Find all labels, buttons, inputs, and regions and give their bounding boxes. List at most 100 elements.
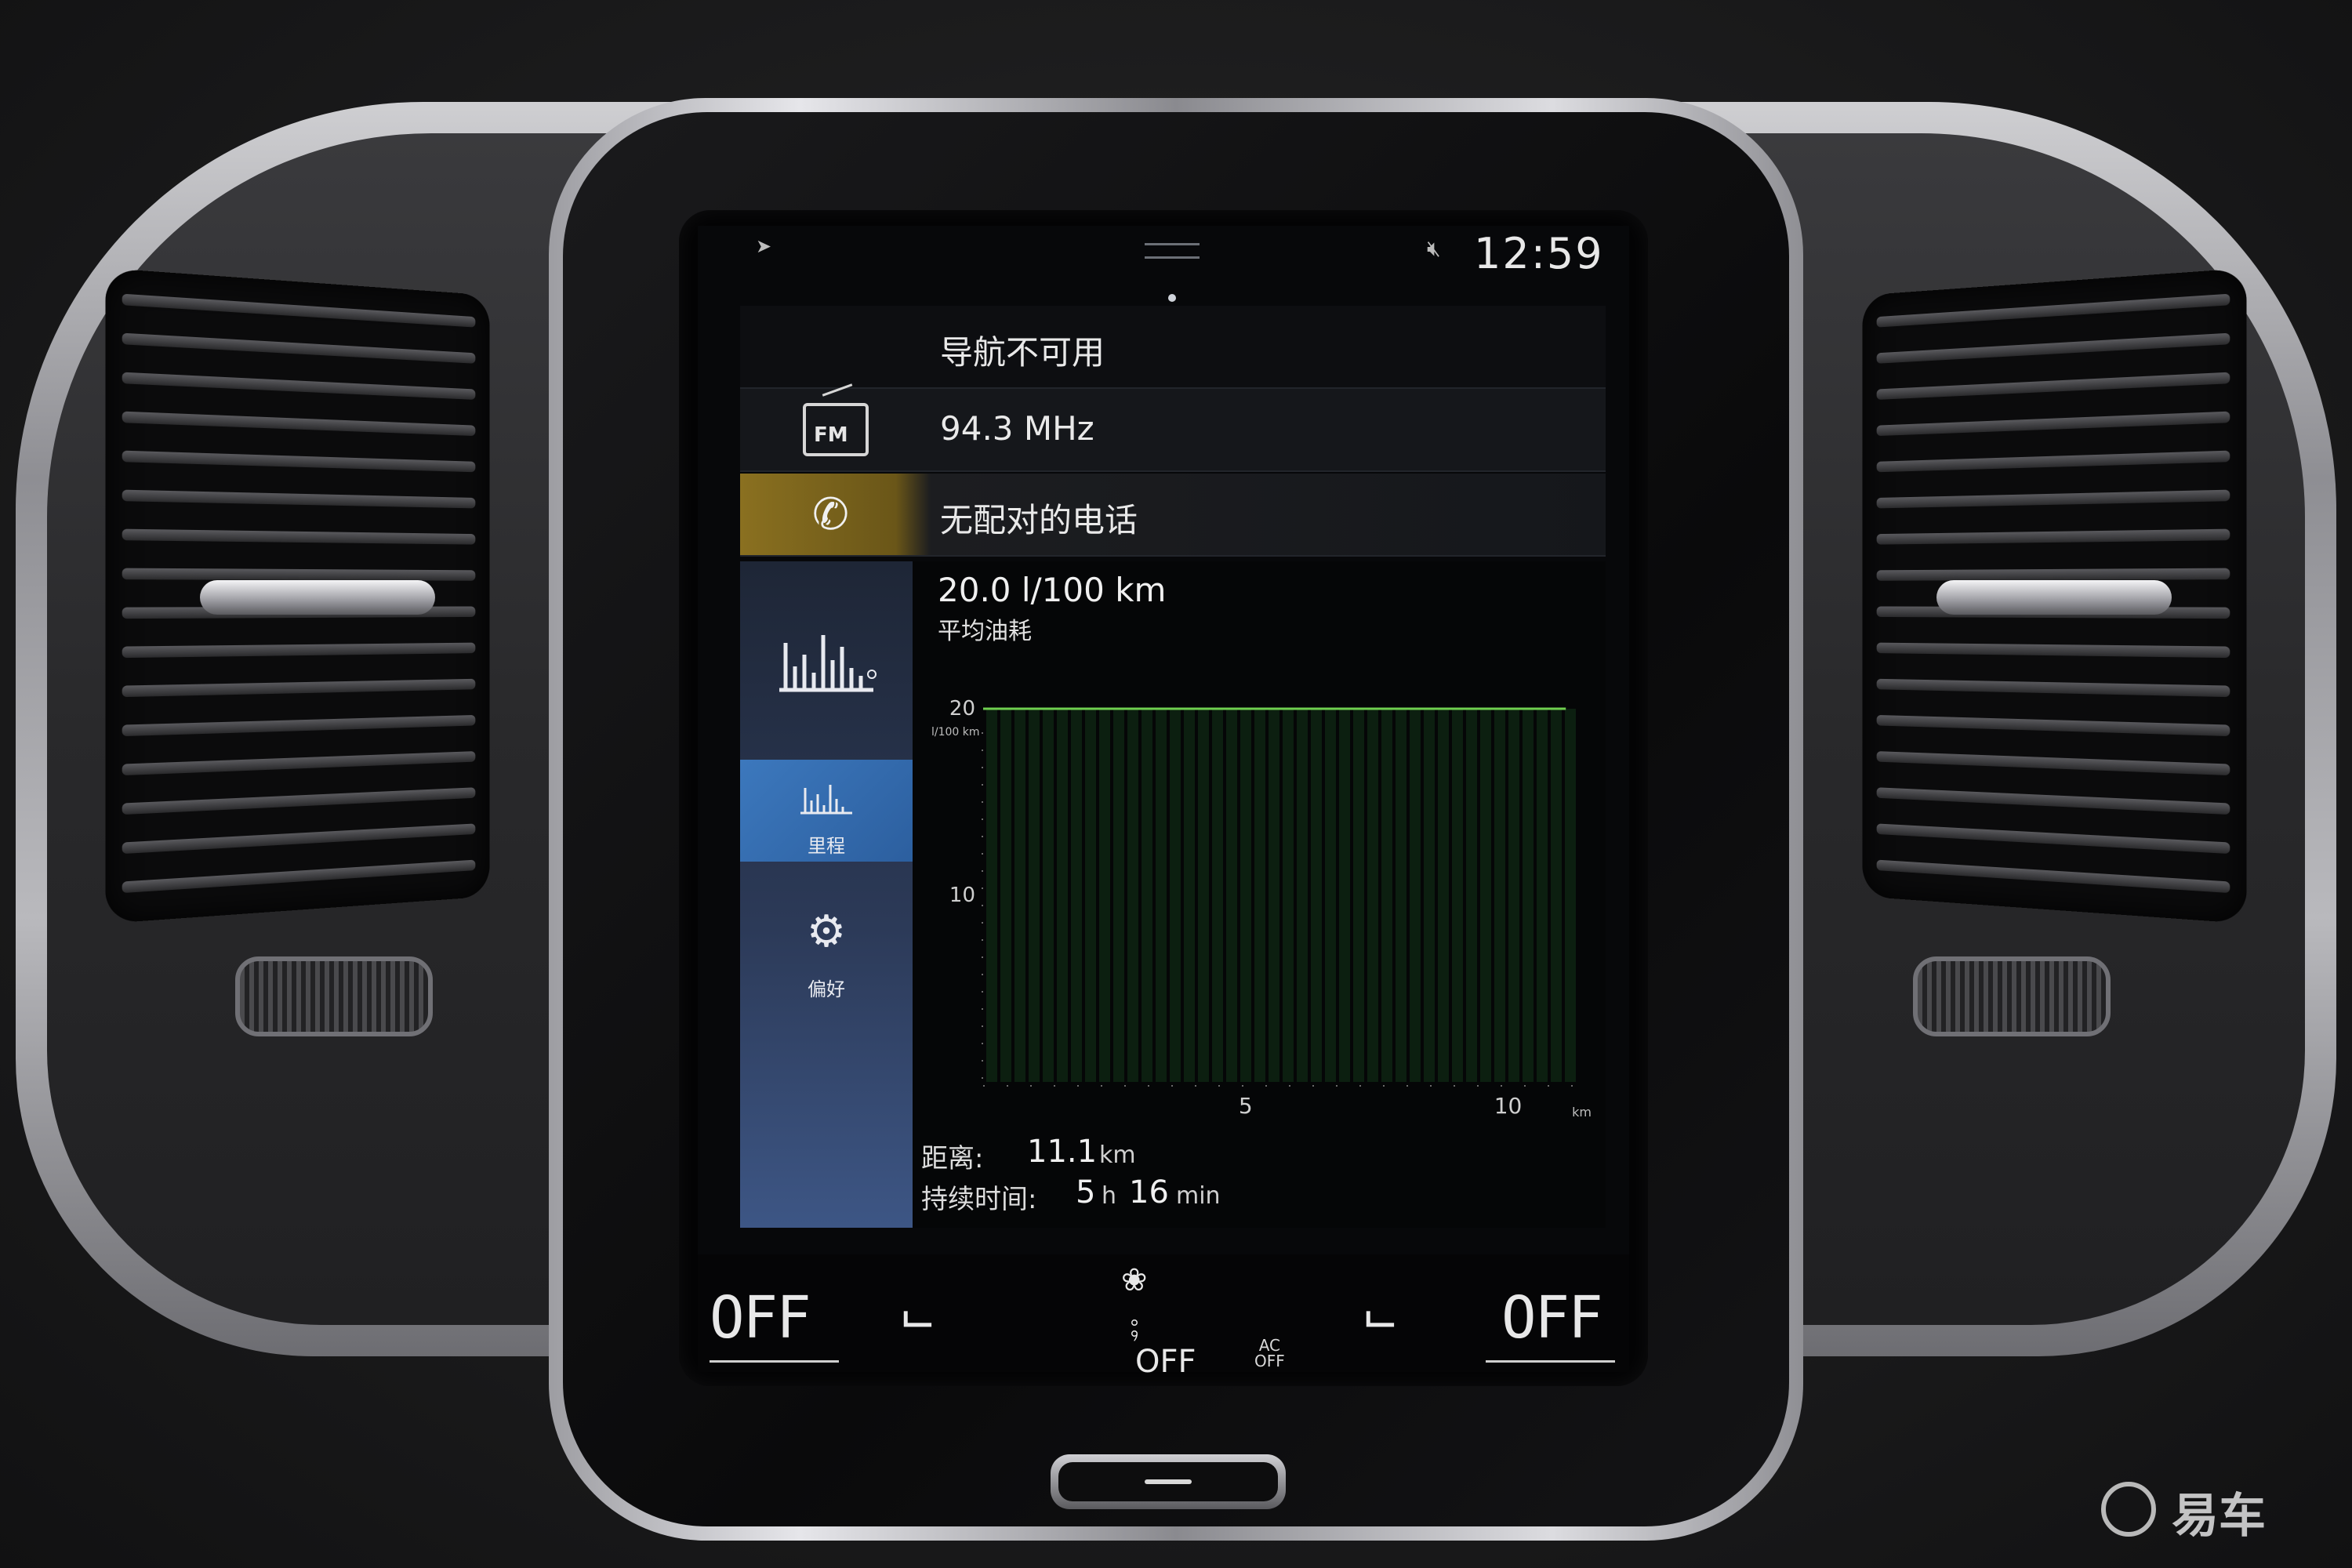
y-axis-dot [982,939,983,941]
chart-bar [1466,709,1477,1082]
radio-tile[interactable]: FM 94.3 MHz [740,383,1606,472]
chart-bar [1494,709,1505,1082]
y-tick-label: 10 [949,884,975,907]
x-axis-dot [1077,1085,1079,1087]
left-temperature[interactable]: OFF [710,1284,811,1352]
chart-bar [1523,709,1534,1082]
x-axis-dot [1054,1085,1055,1087]
ac-status: OFF [1254,1352,1285,1370]
sidebar-item-trip[interactable]: 里程 [740,760,913,862]
gear-icon: ⚙ [806,906,847,957]
vent-slat [122,751,476,776]
ac-label: AC [1258,1336,1281,1355]
trip-sidebar: 里程 ⚙ 偏好 [740,561,913,1228]
left-vent-wheel[interactable] [235,956,433,1036]
sidebar-item-average[interactable] [740,593,913,750]
chart-bar [1184,709,1195,1082]
right-vent-wheel[interactable] [1913,956,2111,1036]
right-vent-tab[interactable] [1936,580,2172,615]
chart-bar [1198,709,1209,1082]
chart-bar [1043,709,1054,1082]
chart-bar [1142,709,1152,1082]
right-seat-heat-icon[interactable]: ⨽ [1364,1278,1396,1343]
chart-bar [1240,709,1251,1082]
x-axis-dot [1007,1085,1008,1087]
speaker-muted-icon: 🔇︎ [1427,235,1441,261]
chart-bar [1551,709,1562,1082]
navigation-tile[interactable]: 导航不可用 [740,306,1606,389]
vent-slat [1876,450,2230,473]
y-axis-dot [982,1077,983,1079]
chart-bar [1339,709,1350,1082]
vent-slat [1876,751,2230,776]
clock: 12:59 [1474,229,1604,278]
vent-slat [1876,332,2230,364]
x-axis-unit: km [1572,1105,1592,1120]
vent-slat [1876,411,2230,437]
sidebar-item-preferences[interactable]: ⚙ 偏好 [740,906,913,1008]
left-temp-slider [710,1360,839,1363]
vent-slat [1876,823,2230,855]
y-axis-dot [982,922,983,924]
chart-bar [986,709,997,1082]
distance-unit: km [1099,1142,1136,1169]
y-axis-dot [982,853,983,855]
left-vent-tab[interactable] [200,580,435,615]
left-seat-heat-icon[interactable]: ⨽ [902,1278,934,1343]
chart-bar [1029,709,1040,1082]
vent-slat [122,678,476,698]
x-axis-dot [1406,1085,1408,1087]
center-seat-fan-icon[interactable]: ⨾ [1129,1286,1140,1351]
x-axis-dot [1289,1085,1290,1087]
x-axis-dot [1383,1085,1385,1087]
chart-bar [1071,709,1082,1082]
pull-down-handle[interactable] [1145,243,1200,259]
vent-slat [122,293,476,328]
chart-bar [1325,709,1336,1082]
ac-button[interactable]: AC OFF [1254,1338,1285,1369]
y-axis-dot [982,887,983,889]
chart-bar [1480,709,1491,1082]
y-axis-dot [982,870,983,872]
y-axis-dot [982,801,983,803]
x-axis-dot [1571,1085,1573,1087]
duration-hours-unit: h [1102,1182,1117,1210]
y-axis-dot [982,1025,983,1027]
x-axis-dot [1195,1085,1196,1087]
x-axis-dot [1218,1085,1220,1087]
x-axis-dot [1265,1085,1267,1087]
chart-bar [1424,709,1435,1082]
home-button[interactable] [1051,1454,1286,1509]
chart-bar [1438,709,1449,1082]
vent-slat [1876,714,2230,737]
y-axis-dot [982,732,983,734]
x-axis-dot [1477,1085,1479,1087]
y-axis-dot [982,974,983,975]
right-temp-slider [1486,1360,1615,1363]
y-axis-unit: l/100 km [931,726,980,739]
y-axis-dot [982,784,983,786]
radio-band-badge: FM [814,423,848,447]
vent-slat [122,528,476,545]
chart-bar [1127,709,1138,1082]
x-axis-dot [1430,1085,1432,1087]
right-temperature[interactable]: OFF [1501,1284,1603,1352]
x-axis-dot [1312,1085,1314,1087]
x-axis-dot [1148,1085,1149,1087]
vent-slat [1876,528,2230,545]
average-consumption-value: 20.0 l/100 km [938,571,1167,609]
y-axis-dot [982,1060,983,1062]
x-tick-label: 10 [1494,1093,1523,1119]
x-axis-dot [1030,1085,1032,1087]
fan-status: OFF [1135,1344,1196,1380]
vent-slat [122,489,476,509]
chart-bar [1396,709,1406,1082]
chart-bar [1311,709,1322,1082]
radio-frequency: 94.3 MHz [940,409,1094,448]
chart-bar [1452,709,1463,1082]
chart-bar [1565,709,1576,1082]
chart-bar [1381,709,1392,1082]
chart-bar [1283,709,1294,1082]
y-tick-label: 20 [949,697,975,720]
phone-tile[interactable]: ✆ 无配对的电话 [740,474,1606,557]
